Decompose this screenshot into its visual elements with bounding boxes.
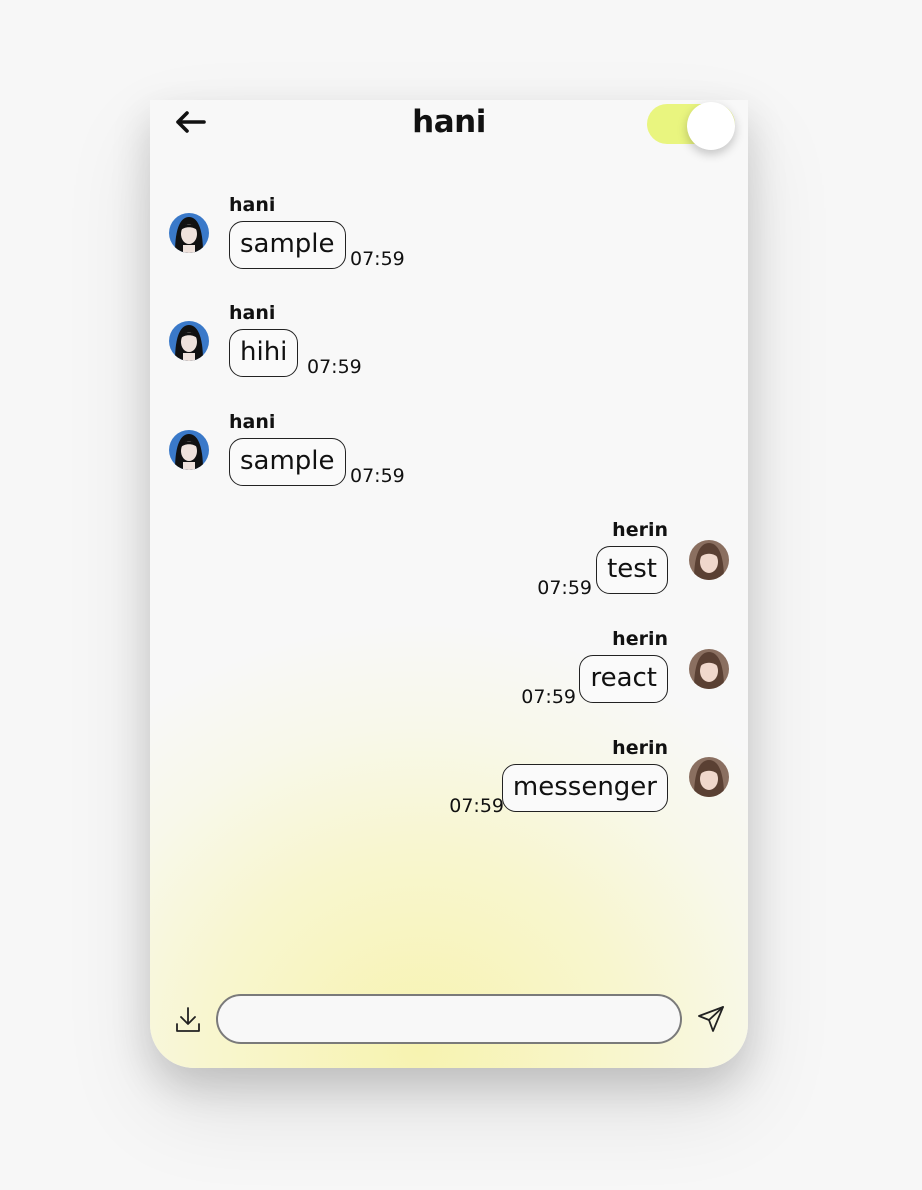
message-bubble[interactable]: react [579, 655, 668, 703]
message-time: 07:59 [449, 795, 504, 817]
avatar-hani[interactable] [169, 430, 209, 470]
message-bubble[interactable]: hihi [229, 329, 299, 377]
message-time: 07:59 [307, 356, 362, 378]
message-bubble[interactable]: messenger [501, 764, 668, 812]
chat-window: hani hani sample 07:59 hani hihi 07:59 h… [150, 100, 748, 1068]
message-row: herin messenger 07:59 [150, 737, 748, 829]
chat-header: hani [150, 100, 748, 160]
download-button[interactable] [174, 1004, 202, 1036]
message-time: 07:59 [350, 248, 405, 270]
message-time: 07:59 [350, 465, 405, 487]
sender-name: herin [612, 628, 668, 650]
sender-name: herin [612, 737, 668, 759]
avatar-hani[interactable] [169, 213, 209, 253]
sender-name: hani [229, 302, 276, 324]
message-bubble[interactable]: sample [229, 438, 346, 486]
sender-name: hani [229, 194, 276, 216]
message-time: 07:59 [537, 577, 592, 599]
sender-name: hani [229, 411, 276, 433]
theme-toggle[interactable] [647, 102, 735, 150]
avatar-hani[interactable] [169, 321, 209, 361]
message-row: herin test 07:59 [150, 519, 748, 611]
toggle-knob[interactable] [687, 102, 735, 150]
message-row: hani hihi 07:59 [150, 302, 748, 394]
message-row: herin react 07:59 [150, 628, 748, 720]
message-bubble[interactable]: test [596, 546, 668, 594]
avatar-herin[interactable] [689, 540, 729, 580]
send-icon [698, 1006, 724, 1032]
avatar-herin[interactable] [689, 757, 729, 797]
message-input[interactable] [216, 994, 682, 1044]
send-button[interactable] [696, 1004, 726, 1034]
message-bubble[interactable]: sample [229, 221, 346, 269]
message-row: hani sample 07:59 [150, 194, 748, 286]
download-icon [176, 1007, 200, 1032]
sender-name: herin [612, 519, 668, 541]
message-row: hani sample 07:59 [150, 411, 748, 503]
message-time: 07:59 [521, 686, 576, 708]
avatar-herin[interactable] [689, 649, 729, 689]
